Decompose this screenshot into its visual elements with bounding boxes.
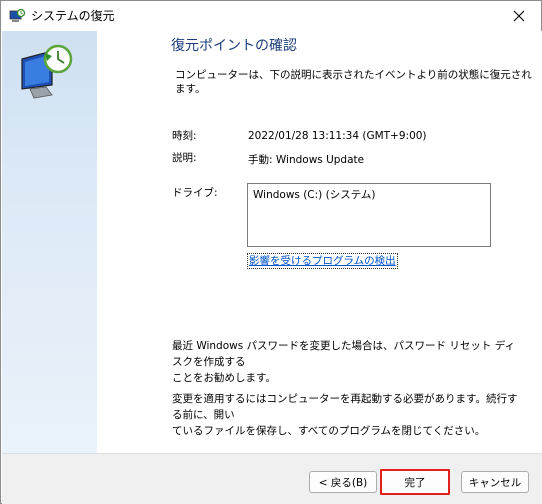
- back-button[interactable]: < 戻る(B): [309, 471, 377, 493]
- close-button[interactable]: [497, 1, 541, 31]
- close-icon: [513, 10, 525, 22]
- restart-note-line: ているファイルを保存し、すべてのプログラムを閉じてください。: [172, 425, 486, 437]
- system-restore-icon: [9, 8, 25, 22]
- system-restore-dialog: システムの復元 復元ポイントの確認 コンピューターは、下の説明に表示されたイベン…: [0, 0, 542, 504]
- restart-note: 変更を適用するにはコンピューターを再起動する必要があります。続行する前に、開い …: [172, 391, 522, 439]
- description-label: 説明:: [172, 152, 197, 164]
- drive-item[interactable]: Windows (C:) (システム): [253, 188, 485, 202]
- title-bar[interactable]: システムの復元: [1, 1, 541, 31]
- password-note: 最近 Windows パスワードを変更した場合は、パスワード リセット ディスク…: [172, 338, 522, 386]
- page-description: コンピューターは、下の説明に表示されたイベントより前の状態に復元されます。: [175, 69, 532, 95]
- password-note-line: 最近 Windows パスワードを変更した場合は、パスワード リセット ディスク…: [172, 340, 515, 368]
- restart-note-line: 変更を適用するにはコンピューターを再起動する必要があります。続行する前に、開い: [172, 393, 518, 421]
- button-bar: < 戻る(B) 完了 キャンセル: [2, 453, 542, 504]
- window-title: システムの復元: [31, 9, 115, 23]
- content-area: 復元ポイントの確認 コンピューターは、下の説明に表示されたイベントより前の状態に…: [97, 31, 542, 453]
- drive-list[interactable]: Windows (C:) (システム): [247, 183, 491, 247]
- sidebar-panel: [2, 31, 97, 453]
- time-value: 2022/01/28 13:11:34 (GMT+9:00): [248, 130, 427, 142]
- restore-computer-icon: [21, 44, 73, 99]
- description-value: 手動: Windows Update: [248, 154, 365, 166]
- time-label: 時刻:: [172, 130, 197, 142]
- password-note-line: ことをお勧めします。: [172, 372, 276, 384]
- cancel-button[interactable]: キャンセル: [461, 471, 529, 493]
- affected-programs-link[interactable]: 影響を受けるプログラムの検出: [247, 253, 398, 269]
- drive-label: ドライブ:: [172, 187, 218, 199]
- page-title: 復元ポイントの確認: [171, 38, 297, 54]
- finish-button[interactable]: 完了: [380, 469, 450, 495]
